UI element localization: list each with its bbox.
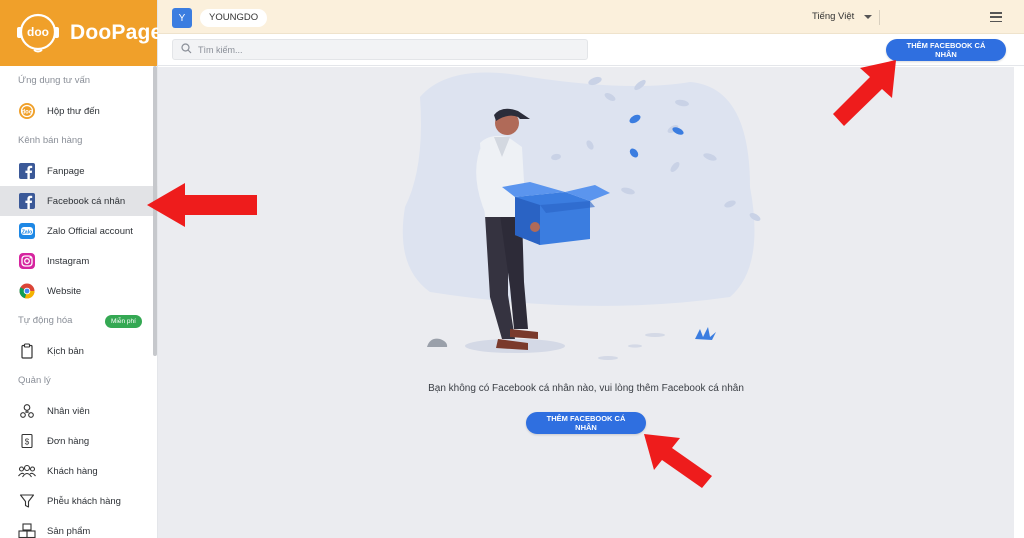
add-facebook-personal-button[interactable]: THÊM FACEBOOK CÁ NHÂN	[526, 412, 646, 434]
free-badge: Miễn phí	[105, 315, 142, 328]
sidebar-item-staff[interactable]: Nhân viên	[0, 396, 158, 426]
products-icon	[18, 522, 36, 538]
sidebar-item-label: Nhân viên	[47, 405, 90, 417]
instagram-icon	[18, 252, 36, 270]
sidebar-item-customers[interactable]: Khách hàng	[0, 456, 158, 486]
organization-name[interactable]: YOUNGDO	[200, 9, 268, 27]
chrome-icon	[18, 282, 36, 300]
section-label-management: Quản lý	[18, 375, 51, 386]
sidebar-item-label: Phễu khách hàng	[47, 495, 121, 507]
section-label-text: Tự động hóa	[18, 315, 73, 326]
svg-text:doo: doo	[27, 25, 49, 39]
sidebar-item-label: Fanpage	[47, 165, 85, 177]
funnel-icon	[18, 492, 36, 510]
sidebar-item-inbox[interactable]: doo Hộp thư đến	[0, 96, 158, 126]
sidebar-item-label: Sản phẩm	[47, 525, 91, 537]
empty-state-illustration	[390, 67, 782, 372]
sidebar-item-funnel[interactable]: Phễu khách hàng	[0, 486, 158, 516]
sidebar-item-label: Hộp thư đến	[47, 105, 100, 117]
customers-icon	[18, 462, 36, 480]
clipboard-icon	[18, 342, 36, 360]
top-bar: Y YOUNGDO Tiếng Việt	[158, 0, 1024, 34]
sidebar-item-label: Đơn hàng	[47, 435, 90, 447]
section-label-sales-channels: Kênh bán hàng	[18, 135, 83, 146]
menu-icon[interactable]	[990, 12, 1002, 22]
sidebar-item-label: Website	[47, 285, 82, 297]
sidebar-item-label: Kịch bản	[47, 345, 84, 357]
chevron-down-icon	[864, 14, 873, 19]
language-select[interactable]: Tiếng Việt	[812, 11, 873, 22]
facebook-icon	[18, 162, 36, 180]
search-input[interactable]	[198, 44, 578, 55]
red-arrow-icon	[147, 183, 257, 227]
sidebar-item-zalo[interactable]: Zalo Zalo Official account	[0, 216, 158, 246]
sidebar-item-orders[interactable]: $ Đơn hàng	[0, 426, 158, 456]
search-icon	[181, 41, 192, 59]
zalo-icon: Zalo	[18, 222, 36, 240]
main-content: Bạn không có Facebook cá nhân nào, vui l…	[158, 67, 1014, 538]
doopage-logo-icon: doo	[14, 11, 64, 55]
section-label-consult: Ứng dụng tư vấn	[18, 75, 91, 86]
red-arrow-icon	[644, 434, 712, 488]
sidebar-item-label: Instagram	[47, 255, 90, 267]
order-icon: $	[18, 432, 36, 450]
sidebar-item-label: Zalo Official account	[47, 225, 133, 237]
section-label-automation: Tự động hóa Miễn phí	[0, 306, 158, 336]
sidebar-item-label: Khách hàng	[47, 465, 98, 477]
sidebar-item-label: Facebook cá nhân	[47, 195, 126, 207]
logo-text: DooPage	[70, 21, 163, 44]
inbox-icon: doo	[18, 102, 36, 120]
sidebar-item-scenario[interactable]: Kịch bản	[0, 336, 158, 366]
add-facebook-personal-button[interactable]: THÊM FACEBOOK CÁ NHÂN	[886, 39, 1006, 61]
search-box	[172, 39, 588, 60]
facebook-icon	[18, 192, 36, 210]
divider	[879, 10, 880, 25]
app-root: doo DooPage Ứng dụng tư vấn doo Hộp thư …	[0, 0, 1024, 538]
language-label: Tiếng Việt	[812, 11, 855, 22]
sidebar-item-website[interactable]: Website	[0, 276, 158, 306]
red-arrow-icon	[833, 60, 896, 126]
sidebar-item-instagram[interactable]: Instagram	[0, 246, 158, 276]
avatar[interactable]: Y	[172, 8, 192, 28]
sidebar-item-facebook-personal[interactable]: Facebook cá nhân	[0, 186, 158, 216]
staff-icon	[18, 402, 36, 420]
sidebar-menu: Ứng dụng tư vấn doo Hộp thư đến Kênh bán…	[0, 66, 158, 538]
svg-text:$: $	[25, 438, 30, 447]
svg-text:doo: doo	[22, 110, 33, 116]
empty-state-message: Bạn không có Facebook cá nhân nào, vui l…	[428, 383, 744, 394]
sidebar: doo DooPage Ứng dụng tư vấn doo Hộp thư …	[0, 0, 162, 538]
logo[interactable]: doo DooPage	[0, 0, 162, 66]
svg-text:Zalo: Zalo	[22, 229, 32, 235]
sidebar-item-products[interactable]: Sản phẩm	[0, 516, 158, 538]
sidebar-item-fanpage[interactable]: Fanpage	[0, 156, 158, 186]
